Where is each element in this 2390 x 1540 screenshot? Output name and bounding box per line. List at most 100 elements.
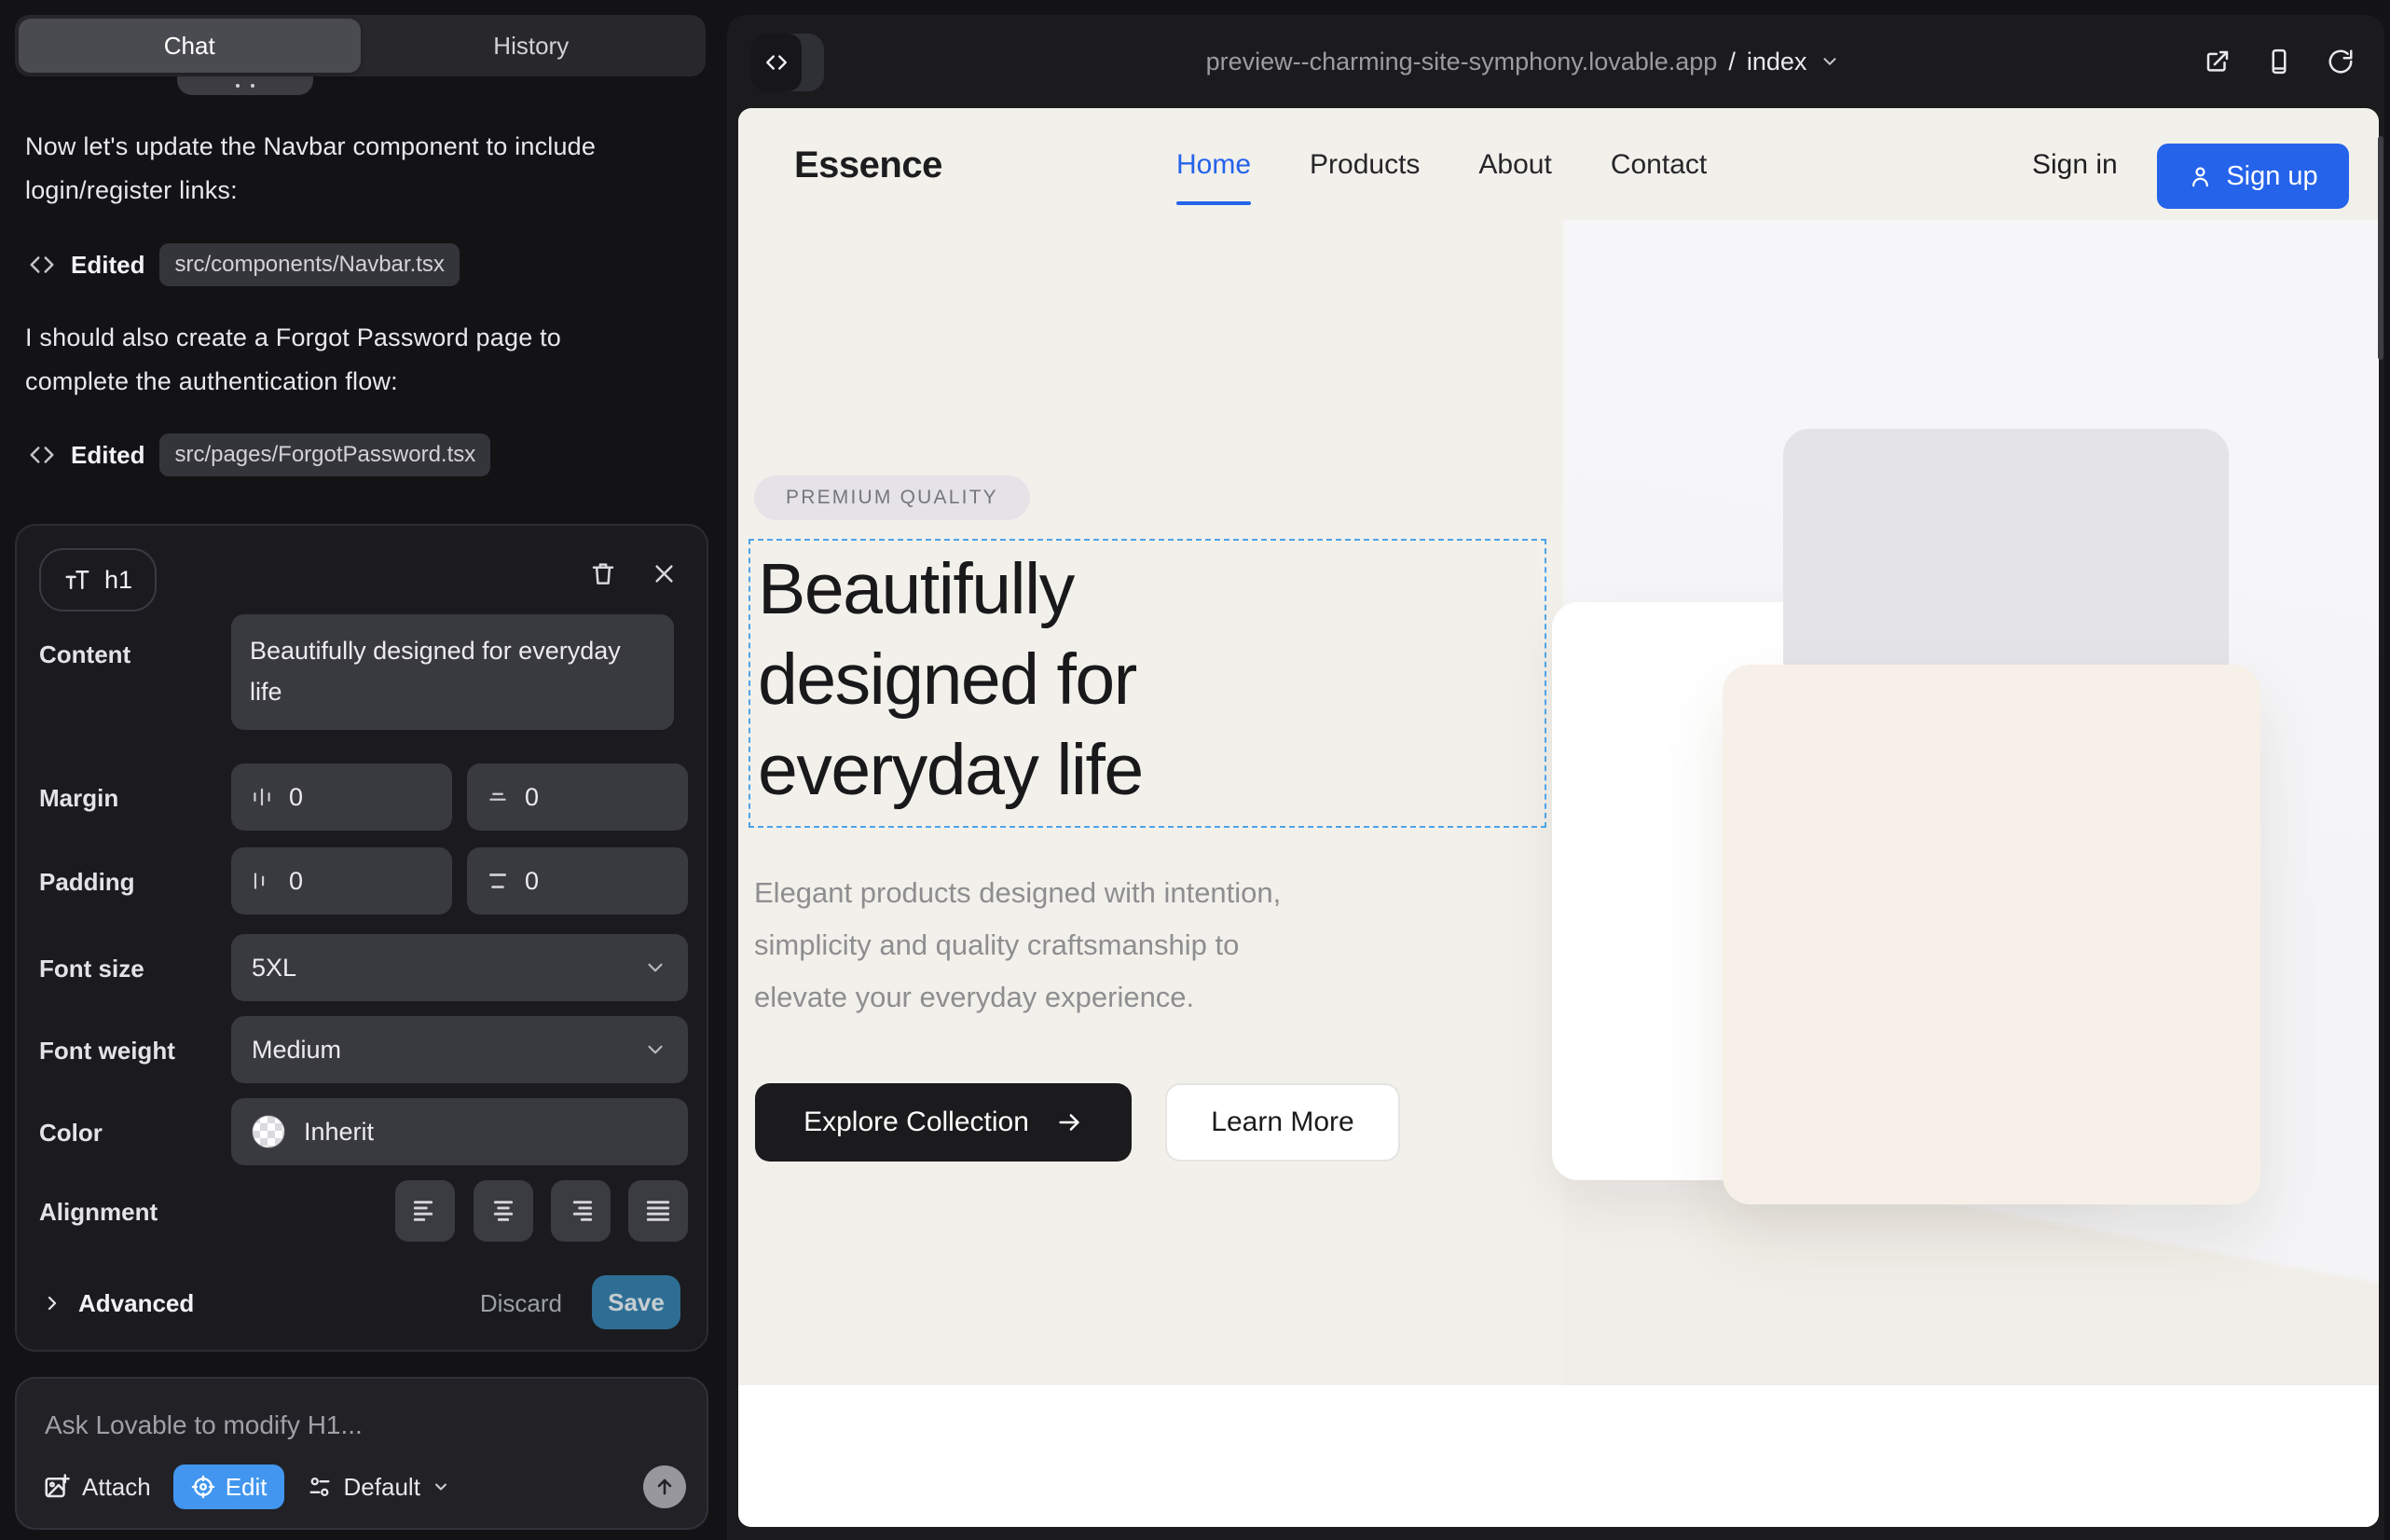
padding-label: Padding: [39, 863, 135, 901]
sign-up-button[interactable]: Sign up: [2157, 144, 2349, 209]
site-navbar: Essence Home Products About Contact Sign…: [738, 108, 2379, 222]
nav-link-about[interactable]: About: [1478, 149, 1551, 181]
padding-y-value: 0: [525, 867, 539, 896]
refresh-button[interactable]: [2327, 48, 2355, 76]
color-value: Inherit: [304, 1118, 374, 1147]
padding-horizontal-icon: [250, 869, 274, 893]
align-left-button[interactable]: [395, 1180, 455, 1242]
chevron-down-icon: [643, 956, 667, 980]
padding-vertical-icon: [486, 869, 510, 893]
browser-actions: [2204, 15, 2355, 108]
font-size-value: 5XL: [252, 954, 296, 983]
attach-label: Attach: [82, 1473, 151, 1502]
premium-quality-badge: PREMIUM QUALITY: [754, 475, 1030, 520]
edit-label: Edit: [226, 1473, 268, 1502]
decorative-cream-card: [1723, 665, 2260, 1204]
nav-link-contact[interactable]: Contact: [1611, 149, 1707, 181]
tab-history[interactable]: History: [361, 19, 703, 73]
edited-label: Edited: [71, 251, 144, 280]
chevron-down-icon: [643, 1038, 667, 1062]
chat-history-tabbar: Chat History: [15, 15, 706, 76]
margin-y-input[interactable]: 0: [467, 763, 688, 831]
edited-label: Edited: [71, 441, 144, 470]
element-tag-label: h1: [104, 566, 132, 595]
type-icon: [63, 566, 91, 594]
margin-x-input[interactable]: 0: [231, 763, 452, 831]
sign-in-link[interactable]: Sign in: [2032, 108, 2118, 222]
attach-button[interactable]: Attach: [43, 1473, 151, 1502]
mobile-view-button[interactable]: [2265, 48, 2293, 76]
tab-chat[interactable]: Chat: [19, 19, 361, 73]
padding-y-input[interactable]: 0: [467, 847, 688, 914]
hero-cta-row: Explore Collection Learn More: [755, 1083, 1400, 1162]
url-host: preview--charming-site-symphony.lovable.…: [1206, 48, 1718, 76]
font-weight-label: Font weight: [39, 1032, 175, 1069]
chevron-right-icon: [41, 1292, 63, 1314]
align-center-button[interactable]: [474, 1180, 533, 1242]
chat-composer: Ask Lovable to modify H1... Attach Edit …: [15, 1377, 708, 1530]
hero-headline[interactable]: Beautifully designed for everyday life: [758, 544, 1354, 816]
font-size-select[interactable]: 5XL: [231, 934, 688, 1001]
arrow-right-icon: [1055, 1108, 1083, 1136]
assistant-message: I should also create a Forgot Password p…: [25, 316, 631, 404]
file-badge[interactable]: src/components/Navbar.tsx: [159, 243, 459, 286]
edited-file-row: Edited src/pages/ForgotPassword.tsx: [28, 431, 490, 479]
margin-y-value: 0: [525, 783, 539, 812]
font-weight-value: Medium: [252, 1036, 341, 1065]
chevron-down-icon: [432, 1478, 450, 1496]
advanced-toggle[interactable]: Advanced: [41, 1277, 194, 1329]
url-page: index: [1747, 48, 1807, 76]
chat-sidebar: Chat History Now let's update the Navbar…: [0, 0, 725, 1540]
hero-section: PREMIUM QUALITY Beautifully designed for…: [738, 222, 1563, 1385]
paragraph-line: simplicity and quality craftsmanship to: [754, 919, 1509, 971]
explore-label: Explore Collection: [804, 1107, 1029, 1138]
nav-link-home[interactable]: Home: [1176, 149, 1251, 181]
margin-horizontal-icon: [250, 785, 274, 809]
edit-mode-button[interactable]: Edit: [173, 1464, 284, 1509]
sliders-icon: [307, 1474, 333, 1500]
color-swatch: [252, 1115, 285, 1148]
site-logo[interactable]: Essence: [794, 108, 942, 222]
padding-x-value: 0: [289, 867, 303, 896]
default-label: Default: [344, 1473, 420, 1502]
h1-selection-outline[interactable]: Beautifully designed for everyday life: [749, 539, 1546, 828]
padding-x-input[interactable]: 0: [231, 847, 452, 914]
code-icon: [28, 251, 56, 279]
default-mode-dropdown[interactable]: Default: [307, 1473, 450, 1502]
content-textarea[interactable]: Beautifully designed for everyday life: [231, 614, 674, 730]
paragraph-line: Elegant products designed with intention…: [754, 867, 1509, 919]
chevron-down-icon: [1820, 51, 1840, 72]
selected-element-pill[interactable]: h1: [39, 548, 157, 612]
send-button[interactable]: [643, 1465, 686, 1508]
url-breadcrumb[interactable]: preview--charming-site-symphony.lovable.…: [727, 15, 2384, 108]
scrollbar-thumb[interactable]: [2378, 136, 2383, 360]
learn-more-button[interactable]: Learn More: [1165, 1083, 1400, 1162]
delete-element-button[interactable]: [589, 559, 617, 587]
nav-link-products[interactable]: Products: [1310, 149, 1420, 181]
color-label: Color: [39, 1114, 103, 1151]
crosshair-icon: [190, 1474, 216, 1500]
open-external-button[interactable]: [2204, 48, 2232, 76]
explore-collection-button[interactable]: Explore Collection: [755, 1083, 1132, 1162]
site-nav-links: Home Products About Contact: [1176, 108, 1707, 222]
margin-x-value: 0: [289, 783, 303, 812]
url-separator: /: [1728, 48, 1736, 76]
sign-up-label: Sign up: [2226, 161, 2317, 192]
hero-paragraph: Elegant products designed with intention…: [754, 867, 1509, 1024]
color-select[interactable]: Inherit: [231, 1098, 688, 1165]
dot: [236, 84, 240, 88]
font-weight-select[interactable]: Medium: [231, 1016, 688, 1083]
composer-input[interactable]: Ask Lovable to modify H1...: [45, 1410, 363, 1440]
align-right-button[interactable]: [551, 1180, 611, 1242]
headline-line: everyday life: [758, 725, 1354, 816]
assistant-message: Now let's update the Navbar component to…: [25, 125, 631, 213]
close-icon[interactable]: [652, 561, 677, 586]
code-icon: [28, 441, 56, 469]
align-justify-button[interactable]: [628, 1180, 688, 1242]
discard-button[interactable]: Discard: [480, 1277, 562, 1329]
file-badge[interactable]: src/pages/ForgotPassword.tsx: [159, 433, 490, 476]
margin-vertical-icon: [486, 785, 510, 809]
site-viewport: Essence Home Products About Contact Sign…: [738, 108, 2379, 1527]
headline-line: designed for: [758, 635, 1354, 725]
save-button[interactable]: Save: [592, 1275, 680, 1329]
